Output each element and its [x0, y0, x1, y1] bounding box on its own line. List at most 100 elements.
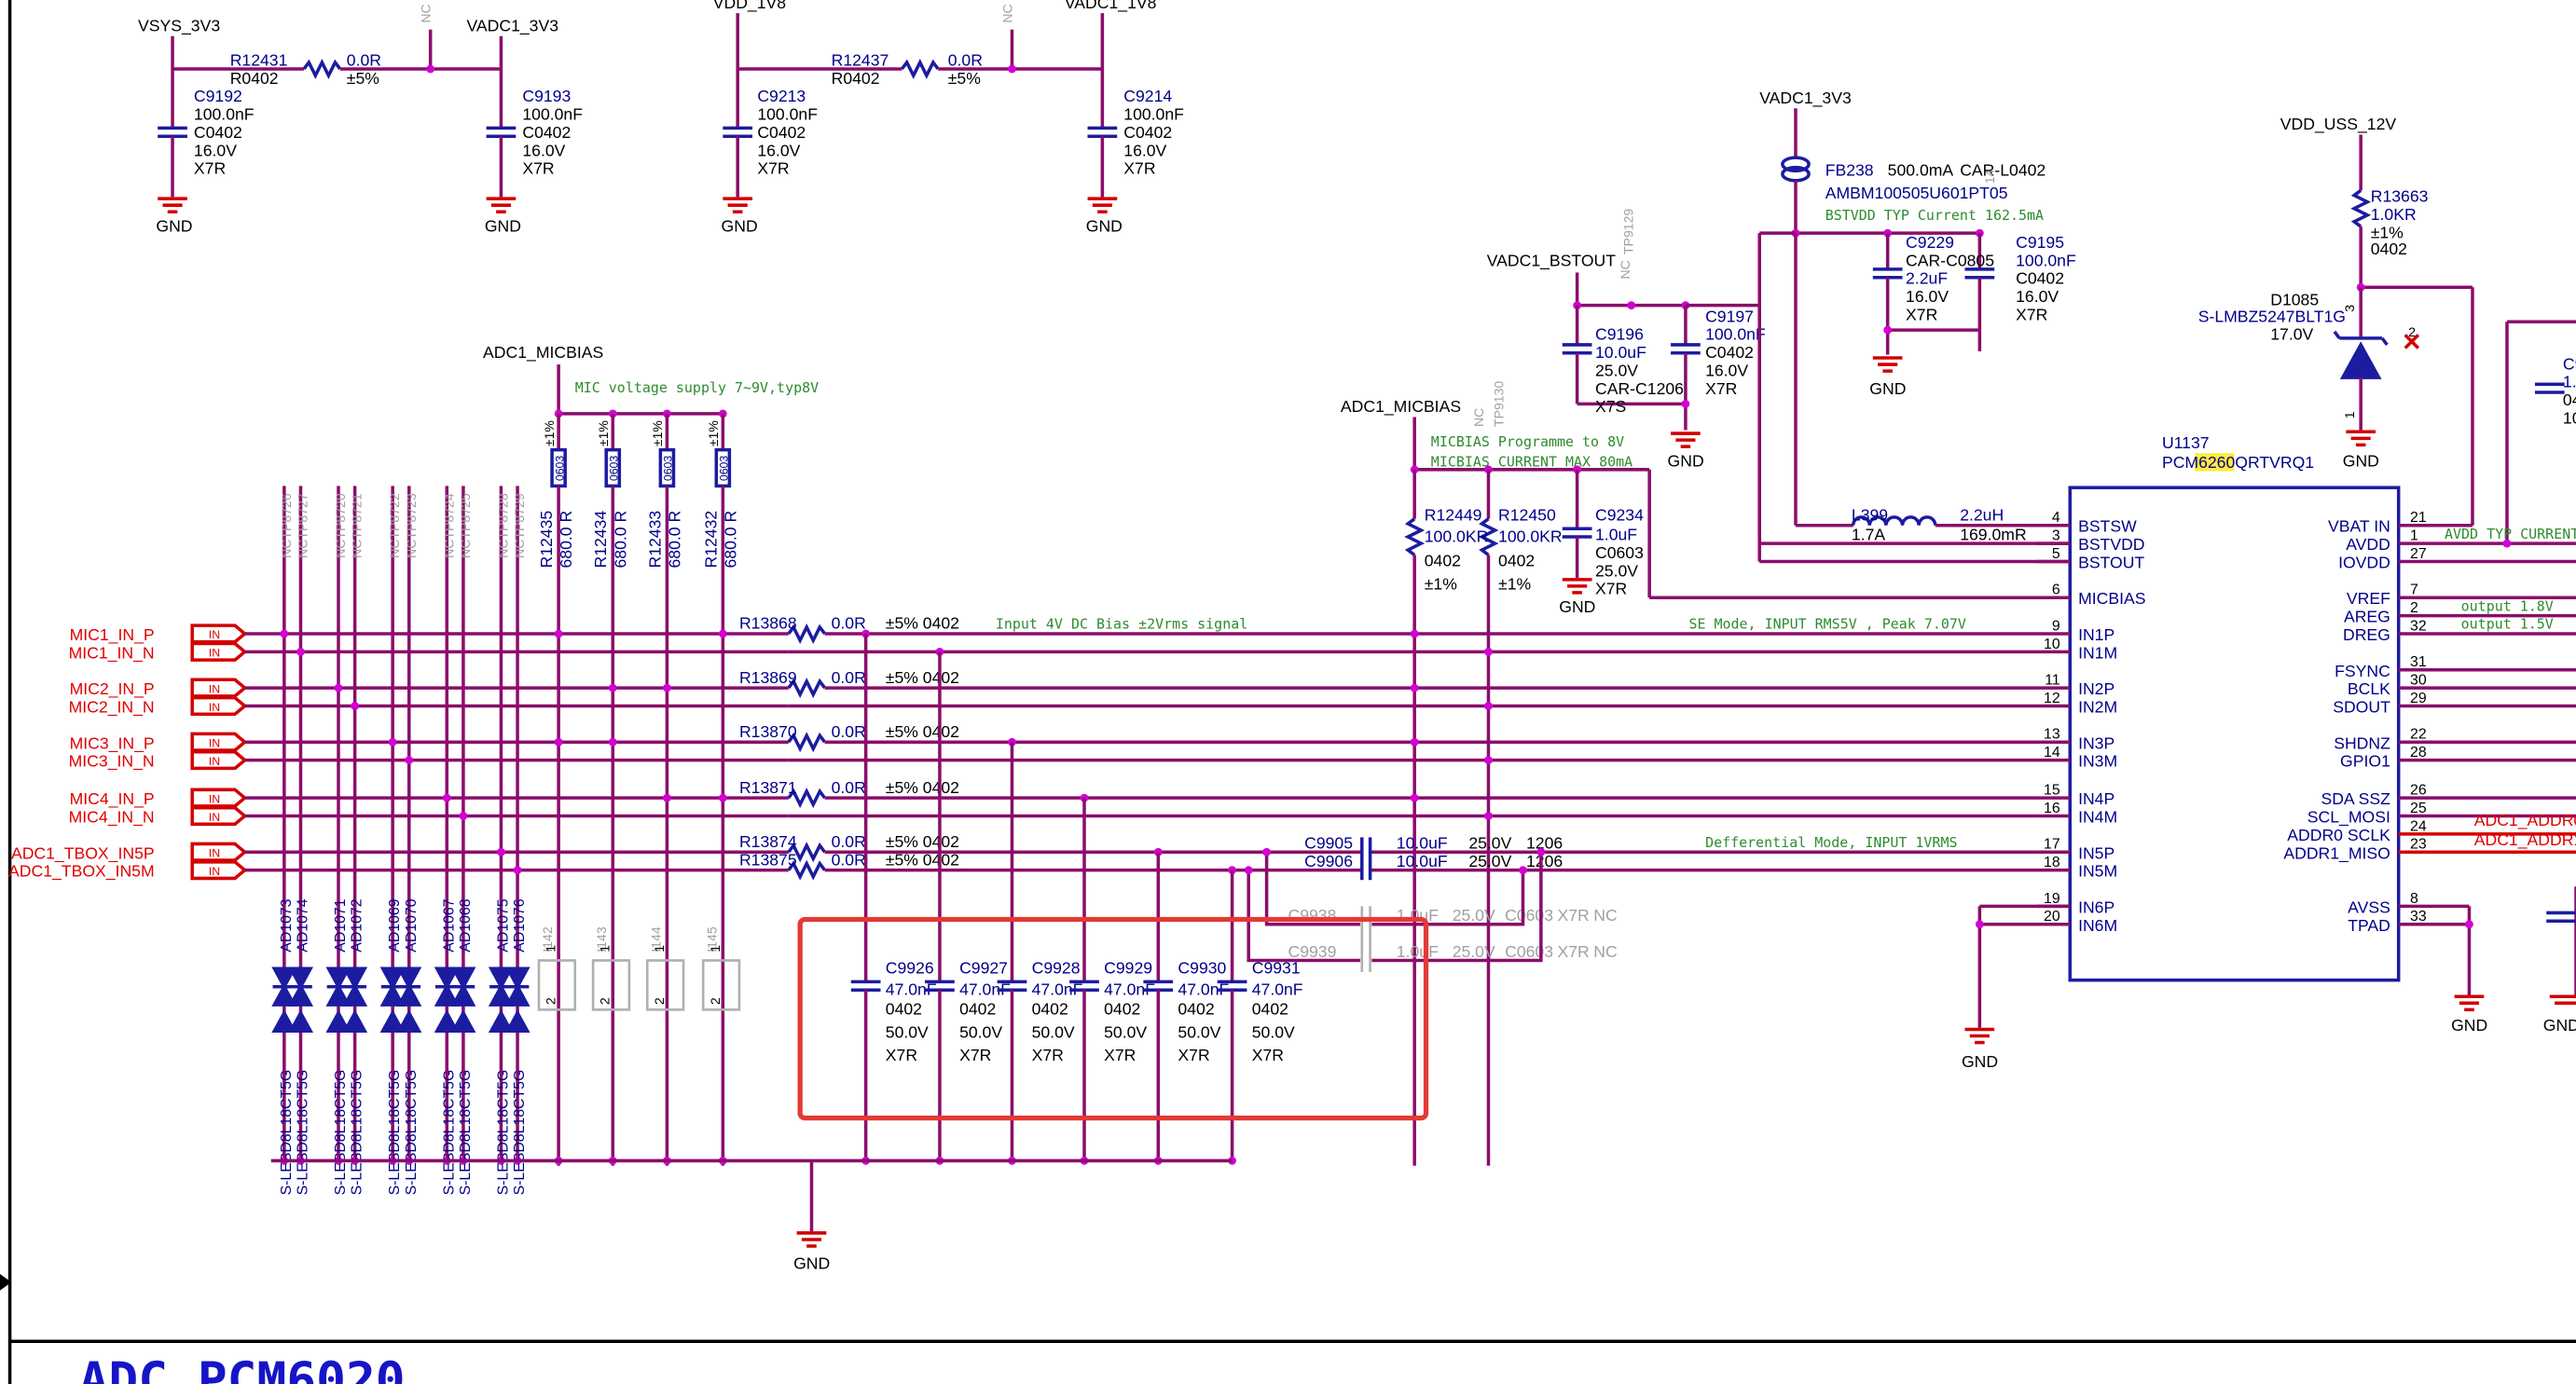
- res-ref: R13871: [739, 778, 797, 797]
- gnd-symbol: GND: [722, 197, 758, 235]
- esd-diode: AD1075 S-LESD8L18CT5G NCTP8728: [488, 486, 514, 1195]
- diode-part: S-LMBZ5247BLT1G: [2198, 307, 2346, 325]
- svg-text:2: 2: [708, 997, 723, 1005]
- pin-name: IN1P: [2078, 625, 2115, 644]
- svg-text:GND: GND: [722, 216, 758, 235]
- cap-pkg: 0402: [1252, 1000, 1288, 1019]
- svg-text:TP9130: TP9130: [1491, 381, 1506, 427]
- cap-val: 47.0nF: [1252, 980, 1303, 999]
- gnd-symbol: GND: [1559, 578, 1595, 616]
- res-ref: R13663: [2371, 187, 2429, 206]
- pin-name: SDA SSZ: [2321, 789, 2390, 808]
- res-val: 0.0R: [832, 778, 866, 797]
- pin-name: SCL_MOSI: [2307, 808, 2390, 828]
- pin-number: 19: [2044, 891, 2060, 907]
- svg-text:2: 2: [652, 997, 667, 1005]
- cap-diel: X7R: [1595, 580, 1627, 598]
- svg-text:1: 1: [598, 945, 613, 952]
- input-row: MIC3_IN_N IN: [69, 750, 789, 772]
- cap-pkg: CAR-C1206: [1595, 379, 1684, 398]
- input-net: MIC4_IN_P: [70, 789, 155, 809]
- input-net: ADC1_TBOX_IN5M: [8, 862, 155, 882]
- pin-name: ADDR0 SCLK: [2287, 826, 2390, 844]
- cap-ref: C9193: [522, 87, 571, 105]
- cap-ref: C9234: [1595, 505, 1644, 524]
- pin-name: IN5P: [2078, 843, 2115, 862]
- pin-name: IN1M: [2078, 643, 2117, 662]
- res-pkg: 0603: [662, 456, 675, 482]
- net-vadc1-3v3-top: VADC1_3V3: [466, 16, 558, 35]
- cap-pkg: 0402: [959, 1000, 996, 1019]
- pin-name: IN2P: [2078, 679, 2115, 698]
- cap-pkg: 0402: [886, 1000, 922, 1019]
- cap-ref: C9931: [1252, 959, 1301, 978]
- res-val: 100.0KR: [1498, 527, 1563, 545]
- res-pkg: 0402: [1498, 552, 1535, 570]
- cap-diel: X7R: [1032, 1046, 1064, 1064]
- input-row: MIC1_IN_N IN: [69, 641, 789, 663]
- ic-part: PCM6260QRTVRQ1: [2162, 453, 2314, 472]
- res-val: 680.0 R: [721, 511, 739, 569]
- gnd-symbol: GND: [485, 197, 521, 235]
- pin-name: IN4M: [2078, 808, 2117, 827]
- cap-ref: C9197: [1705, 307, 1754, 325]
- pin-number: 15: [2044, 783, 2060, 799]
- res-ref: R12449: [1425, 505, 1482, 524]
- cap-pkg: 0402: [1104, 1000, 1140, 1019]
- port-tag: IN: [209, 811, 220, 824]
- diode-part: S-LESD8L18CT5G: [333, 1070, 349, 1196]
- svg-text:GND: GND: [2343, 451, 2379, 470]
- pin-number: 33: [2410, 909, 2427, 925]
- bias-resistor: 0603 ±1% R12433 680.0 R: [645, 413, 684, 1166]
- cap-pkg: CAR-C0805: [1906, 251, 1994, 269]
- pin-name: AVDD: [2346, 535, 2390, 554]
- cap-diel: X7R: [2016, 306, 2047, 324]
- res-tol: ±5%: [347, 69, 379, 88]
- svg-text:C9: C9: [2563, 354, 2576, 373]
- res-tol: ±1%: [596, 420, 611, 447]
- pin-number: 11: [2045, 673, 2060, 689]
- test-point: NCTP8721: [350, 493, 365, 558]
- cap-diel: X7R: [1123, 159, 1155, 178]
- cap-ref: C9192: [194, 87, 242, 105]
- res-pkg: 0603: [553, 456, 566, 482]
- res-tol: ±5% 0402: [886, 778, 959, 797]
- cap-ref: C9930: [1178, 959, 1226, 978]
- diode-ref: AD1075: [495, 898, 511, 952]
- port-tag: IN: [209, 628, 220, 641]
- vref-note: output 1.8V: [2461, 597, 2554, 614]
- svg-text:NC: NC: [1618, 260, 1632, 279]
- diode-ref: AD1073: [279, 898, 295, 952]
- pin-number: 5: [2052, 546, 2060, 562]
- inductor-val: 2.2uH: [1960, 505, 2004, 524]
- input-net: MIC3_IN_N: [69, 752, 155, 772]
- svg-text:1.: 1.: [2563, 373, 2576, 391]
- pin-name: AREG: [2344, 608, 2390, 626]
- port-tag: IN: [209, 682, 220, 695]
- res-val: 0.0R: [832, 668, 866, 687]
- diode-ref: AD1072: [350, 898, 365, 952]
- input-net: MIC1_IN_P: [70, 625, 155, 645]
- inductor-dcr: 169.0mR: [1960, 526, 2026, 544]
- pin-number: 7: [2410, 582, 2418, 598]
- svg-text:1.0uF: 1.0uF: [1397, 942, 1439, 961]
- cap-volt: 50.0V: [1178, 1022, 1220, 1041]
- input-row: ADC1_TBOX_IN5M IN: [8, 860, 789, 882]
- res-tol: ±1%: [650, 420, 665, 447]
- cap-ref: C9905: [1304, 834, 1353, 853]
- ic-pin: 8 AVSS: [2348, 891, 2418, 917]
- svg-text:1.0uF: 1.0uF: [1397, 906, 1439, 925]
- input-net: MIC2_IN_P: [70, 679, 155, 699]
- pin-number: 21: [2410, 510, 2427, 526]
- diode-ref: AD1071: [333, 898, 349, 952]
- res-tol: ±5% 0402: [886, 722, 959, 741]
- cap-volt: 16.0V: [522, 141, 565, 159]
- pin-number: 26: [2410, 783, 2427, 799]
- cap-ref: C9906: [1304, 852, 1353, 870]
- pin-name: BCLK: [2348, 679, 2390, 698]
- diode-part: S-LESD8L18CT5G: [458, 1070, 474, 1196]
- res-val: 680.0 R: [666, 511, 684, 569]
- diode-part: S-LESD8L18CT5G: [350, 1070, 365, 1196]
- coupling-caps: C9905 10.0uF 25.0V 1206 C9906 10.0uF 25.…: [1244, 834, 1618, 972]
- schematic-canvas: VSYS_3V3 VADC1_3V3 NC R12431 R0402 0.0R …: [0, 0, 2576, 1384]
